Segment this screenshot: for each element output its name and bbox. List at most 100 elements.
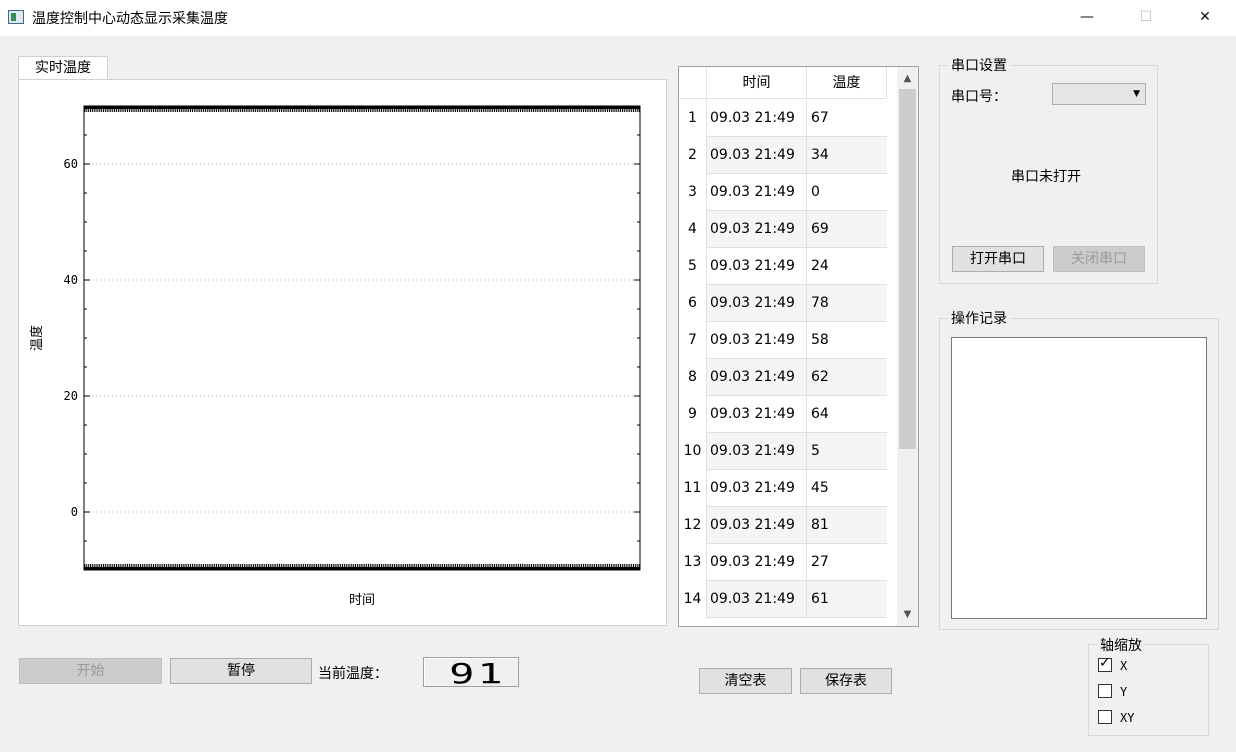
cell-time[interactable]: 09.03 21:49 — [707, 285, 807, 322]
app-icon — [8, 10, 24, 24]
open-port-button[interactable]: 打开串口 — [952, 246, 1044, 272]
cell-temperature[interactable]: 45 — [807, 470, 887, 507]
checkbox-xy-label: XY — [1120, 711, 1135, 725]
close-port-button[interactable]: 关闭串口 — [1053, 246, 1145, 272]
row-header[interactable]: 7 — [679, 322, 707, 359]
temperature-chart[interactable]: 00:1000:1200:1400:1600:180204060时间温度 — [19, 80, 666, 625]
table-row[interactable]: 9 09.03 21:49 64 — [679, 396, 887, 433]
row-header[interactable]: 9 — [679, 396, 707, 433]
row-header[interactable]: 12 — [679, 507, 707, 544]
row-header[interactable]: 4 — [679, 211, 707, 248]
table-row[interactable]: 10 09.03 21:49 5 — [679, 433, 887, 470]
chevron-down-icon: ▼ — [1133, 89, 1140, 99]
axis-zoom-title: 轴缩放 — [1097, 635, 1145, 655]
row-header[interactable]: 3 — [679, 174, 707, 211]
port-label: 串口号： — [951, 89, 1007, 105]
column-header-time[interactable]: 时间 — [707, 67, 807, 99]
row-header[interactable]: 13 — [679, 544, 707, 581]
minimize-button[interactable]: — — [1058, 0, 1116, 34]
cell-time[interactable]: 09.03 21:49 — [707, 359, 807, 396]
chart-panel: 00:1000:1200:1400:1600:180204060时间温度 — [18, 79, 667, 626]
x-axis-label: 时间 — [349, 593, 375, 608]
table-row[interactable]: 4 09.03 21:49 69 — [679, 211, 887, 248]
table-row[interactable]: 7 09.03 21:49 58 — [679, 322, 887, 359]
table-row[interactable]: 1 09.03 21:49 67 — [679, 100, 887, 137]
pause-button[interactable]: 暂停 — [170, 658, 312, 684]
log-textarea[interactable] — [951, 337, 1207, 619]
close-icon: ✕ — [1199, 9, 1211, 25]
table-row[interactable]: 5 09.03 21:49 24 — [679, 248, 887, 285]
row-header[interactable]: 6 — [679, 285, 707, 322]
plot-area — [84, 163, 640, 513]
checkbox-x[interactable] — [1098, 655, 1112, 672]
table-scrollbar[interactable]: ▲ ▼ — [897, 67, 918, 626]
cell-temperature[interactable]: 24 — [807, 248, 887, 285]
table-row[interactable]: 3 09.03 21:49 0 — [679, 174, 887, 211]
checkbox-y-label: Y — [1120, 685, 1128, 699]
cell-temperature[interactable]: 0 — [807, 174, 887, 211]
plot-frame — [83, 105, 641, 571]
maximize-button[interactable]: ☐ — [1117, 0, 1175, 34]
row-header[interactable]: 2 — [679, 137, 707, 174]
cell-time[interactable]: 09.03 21:49 — [707, 322, 807, 359]
cell-temperature[interactable]: 27 — [807, 544, 887, 581]
cell-time[interactable]: 09.03 21:49 — [707, 544, 807, 581]
y-tick-label: 60 — [64, 157, 78, 171]
row-header[interactable]: 5 — [679, 248, 707, 285]
checkbox-xy[interactable] — [1098, 710, 1112, 724]
close-button[interactable]: ✕ — [1176, 0, 1234, 34]
cell-temperature[interactable]: 64 — [807, 396, 887, 433]
row-header[interactable]: 11 — [679, 470, 707, 507]
cell-temperature[interactable]: 34 — [807, 137, 887, 174]
column-header-temperature[interactable]: 温度 — [807, 67, 887, 99]
serial-status: 串口未打开 — [1011, 169, 1081, 185]
table-corner — [679, 67, 707, 99]
save-table-button[interactable]: 保存表 — [800, 668, 892, 694]
y-tick-label: 20 — [64, 389, 78, 403]
cell-temperature[interactable]: 62 — [807, 359, 887, 396]
start-button[interactable]: 开始 — [19, 658, 162, 684]
row-header[interactable]: 8 — [679, 359, 707, 396]
table-row[interactable]: 13 09.03 21:49 27 — [679, 544, 887, 581]
cell-time[interactable]: 09.03 21:49 — [707, 470, 807, 507]
cell-time[interactable]: 09.03 21:49 — [707, 507, 807, 544]
table-row[interactable]: 11 09.03 21:49 45 — [679, 470, 887, 507]
cell-temperature[interactable]: 78 — [807, 285, 887, 322]
window-title: 温度控制中心动态显示采集温度 — [32, 11, 228, 27]
title-bar: 温度控制中心动态显示采集温度 — ☐ ✕ — [0, 0, 1236, 36]
row-header[interactable]: 14 — [679, 581, 707, 618]
cell-temperature[interactable]: 58 — [807, 322, 887, 359]
cell-time[interactable]: 09.03 21:49 — [707, 211, 807, 248]
row-header[interactable]: 1 — [679, 100, 707, 137]
cell-time[interactable]: 09.03 21:49 — [707, 433, 807, 470]
row-header[interactable]: 10 — [679, 433, 707, 470]
table-row[interactable]: 12 09.03 21:49 81 — [679, 507, 887, 544]
cell-time[interactable]: 09.03 21:49 — [707, 396, 807, 433]
table-row[interactable]: 2 09.03 21:49 34 — [679, 137, 887, 174]
scroll-down-icon[interactable]: ▼ — [897, 605, 918, 625]
cell-temperature[interactable]: 61 — [807, 581, 887, 618]
current-temp-value: 91 — [449, 657, 506, 690]
y-axis-label: 温度 — [29, 325, 45, 351]
cell-temperature[interactable]: 81 — [807, 507, 887, 544]
serial-settings-title: 串口设置 — [948, 55, 1010, 75]
y-tick-label: 0 — [71, 505, 78, 519]
table-row[interactable]: 8 09.03 21:49 62 — [679, 359, 887, 396]
scroll-up-icon[interactable]: ▲ — [897, 69, 918, 89]
cell-temperature[interactable]: 67 — [807, 100, 887, 137]
clear-table-button[interactable]: 清空表 — [699, 668, 792, 694]
cell-time[interactable]: 09.03 21:49 — [707, 248, 807, 285]
cell-temperature[interactable]: 69 — [807, 211, 887, 248]
cell-time[interactable]: 09.03 21:49 — [707, 581, 807, 618]
data-table[interactable]: 时间 温度 1 09.03 21:49 67 2 09.03 21:49 34 3 09.03… — [678, 66, 919, 627]
scrollbar-thumb[interactable] — [899, 89, 916, 449]
port-select[interactable]: ▼ — [1052, 83, 1146, 105]
table-row[interactable]: 14 09.03 21:49 61 — [679, 581, 887, 618]
cell-time[interactable]: 09.03 21:49 — [707, 137, 807, 174]
cell-time[interactable]: 09.03 21:49 — [707, 100, 807, 137]
table-row[interactable]: 6 09.03 21:49 78 — [679, 285, 887, 322]
checkbox-y[interactable] — [1098, 684, 1112, 698]
tab-realtime-temperature[interactable]: 实时温度 — [18, 56, 108, 80]
cell-time[interactable]: 09.03 21:49 — [707, 174, 807, 211]
cell-temperature[interactable]: 5 — [807, 433, 887, 470]
